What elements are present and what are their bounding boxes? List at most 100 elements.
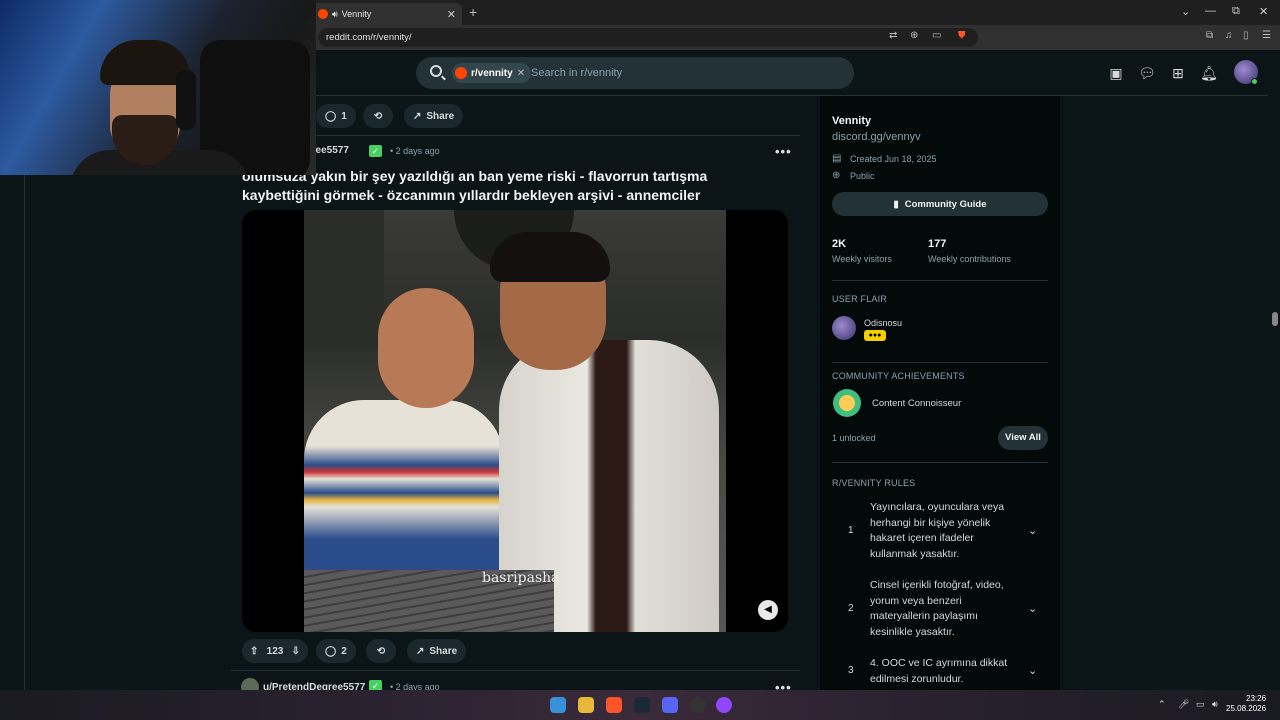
weekly-visitors-label: Weekly visitors bbox=[832, 254, 892, 264]
scrollbar-thumb[interactable] bbox=[1272, 312, 1278, 326]
rule-number: 3 bbox=[848, 665, 854, 676]
app-icon[interactable] bbox=[690, 697, 706, 713]
share-icon: ↗ bbox=[416, 645, 425, 657]
chat-icon[interactable]: 💬︎ bbox=[1138, 64, 1156, 82]
sidebar-icon[interactable]: ▯ bbox=[1243, 30, 1249, 41]
community-guide-button[interactable]: ▮ Community Guide bbox=[832, 192, 1048, 216]
user-flair-name: Odisnosu bbox=[864, 318, 903, 328]
community-icon bbox=[455, 67, 467, 79]
extensions-icon[interactable]: ⧉ bbox=[1206, 30, 1213, 41]
taskbar bbox=[0, 690, 1280, 720]
install-app-icon[interactable]: ▭ bbox=[932, 30, 941, 41]
create-post-icon[interactable]: ⊞ bbox=[1169, 64, 1187, 82]
search-input[interactable] bbox=[531, 64, 831, 82]
mute-button[interactable]: ◀︎ bbox=[758, 600, 778, 620]
tray-chevron-icon[interactable]: ⌃ bbox=[1158, 699, 1166, 710]
chevron-down-icon[interactable]: ⌄ bbox=[1028, 524, 1037, 537]
chevron-down-icon[interactable]: ⌄ bbox=[1028, 664, 1037, 677]
webcam-overlay bbox=[0, 0, 316, 175]
twitch-icon[interactable] bbox=[716, 697, 732, 713]
browser-tab[interactable]: 🔊︎ Vennity ✕ bbox=[310, 3, 462, 25]
book-icon: ▮ bbox=[893, 198, 899, 210]
community-guide-label: Community Guide bbox=[904, 198, 987, 210]
community-sidebar: Vennity discord.gg/vennyv ▤ Created Jun … bbox=[820, 96, 1060, 690]
globe-icon: ⊕ bbox=[832, 170, 841, 181]
search-bar[interactable]: r/vennity ✕ bbox=[416, 57, 854, 89]
volume-icon[interactable]: 🔊︎ bbox=[1212, 699, 1218, 710]
file-explorer-icon[interactable] bbox=[578, 697, 594, 713]
brave-icon[interactable] bbox=[606, 697, 622, 713]
online-status-dot bbox=[1251, 78, 1258, 85]
video-frame: basripasha bbox=[304, 210, 726, 632]
post-time: • 2 days ago bbox=[390, 146, 440, 156]
achievement-name: Content Connoisseur bbox=[872, 398, 962, 409]
brave-shield-icon[interactable]: ⛊ bbox=[958, 30, 966, 41]
rule-text[interactable]: Cinsel içerikli fotoğraf, video, yorum v… bbox=[870, 578, 1018, 640]
clock-time: 23:26 bbox=[1246, 694, 1267, 703]
community-chip[interactable]: r/vennity ✕ bbox=[452, 63, 532, 83]
community-link[interactable]: discord.gg/vennyv bbox=[832, 131, 921, 143]
left-nav-divider bbox=[24, 96, 25, 690]
chip-remove-icon[interactable]: ✕ bbox=[517, 68, 525, 79]
post-more-button[interactable]: ••• bbox=[775, 144, 792, 159]
calendar-icon: ▤ bbox=[832, 153, 842, 164]
translate-icon[interactable]: ⇄ bbox=[889, 30, 897, 41]
upvote-icon[interactable]: ⇧ bbox=[250, 646, 258, 657]
tab-title: Vennity bbox=[341, 9, 372, 19]
achievement-badge-icon bbox=[833, 389, 861, 417]
comment-icon: ◯ bbox=[325, 645, 337, 657]
view-all-button[interactable]: View All bbox=[998, 426, 1048, 450]
ads-icon[interactable]: ▣ bbox=[1107, 64, 1125, 82]
vote-bar: ⇧ 123 ⇩ bbox=[242, 639, 308, 663]
vote-count: 123 bbox=[266, 645, 284, 657]
person-left-head bbox=[378, 288, 474, 408]
notifications-icon[interactable]: 🔔︎ bbox=[1200, 64, 1218, 82]
media-icon[interactable]: ♫ bbox=[1225, 30, 1233, 41]
user-flair-avatar bbox=[832, 316, 856, 340]
prev-share-button[interactable]: ↗ Share bbox=[404, 104, 464, 128]
post-title[interactable]: olumsuza yakın bir şey yazıldığı an ban … bbox=[242, 167, 772, 205]
achievements-heading: COMMUNITY ACHIEVEMENTS bbox=[832, 371, 965, 381]
taskbar-clock[interactable]: 23:26 25.08.2026 bbox=[1226, 694, 1266, 714]
share-button[interactable]: ↗ Share bbox=[407, 639, 467, 663]
comment-icon: ◯ bbox=[325, 110, 337, 122]
discord-icon[interactable] bbox=[662, 697, 678, 713]
weekly-contributions-value: 177 bbox=[928, 238, 947, 250]
repost-icon: ⟲ bbox=[376, 645, 386, 657]
zoom-icon[interactable]: ⊕ bbox=[910, 30, 918, 41]
maximize-button[interactable]: ⧉ bbox=[1232, 5, 1240, 18]
chevron-down-icon[interactable]: ⌄ bbox=[1028, 602, 1037, 615]
new-tab-button[interactable]: + bbox=[469, 4, 477, 20]
steam-icon[interactable] bbox=[634, 697, 650, 713]
edge-icon[interactable] bbox=[550, 697, 566, 713]
network-icon[interactable]: ▭ bbox=[1196, 699, 1205, 710]
verified-flair-icon: ✓ bbox=[369, 145, 382, 157]
minimize-button[interactable]: — bbox=[1205, 5, 1216, 17]
url-field[interactable]: reddit.com/r/vennity/ bbox=[318, 28, 978, 47]
video-watermark: basripasha bbox=[482, 570, 560, 586]
share-label: Share bbox=[429, 645, 458, 657]
scrollbar[interactable] bbox=[1268, 50, 1280, 690]
search-icon bbox=[430, 65, 442, 77]
headset bbox=[176, 70, 196, 130]
tab-search-chevron-icon[interactable]: ⌄ bbox=[1181, 5, 1190, 18]
prev-comments-button[interactable]: ◯ 1 bbox=[316, 104, 356, 128]
close-window-button[interactable]: ✕ bbox=[1259, 5, 1268, 18]
tab-close-icon[interactable]: ✕ bbox=[447, 8, 456, 21]
downvote-icon[interactable]: ⇩ bbox=[292, 646, 300, 657]
microphone-icon[interactable]: 🎤︎ bbox=[1178, 699, 1189, 710]
community-name: Vennity bbox=[832, 115, 872, 127]
prev-award-button[interactable]: ⟲ bbox=[363, 104, 393, 128]
award-button[interactable]: ⟲ bbox=[366, 639, 396, 663]
comments-count: 2 bbox=[341, 645, 347, 657]
rule-number: 1 bbox=[848, 525, 854, 536]
achievements-unlocked: 1 unlocked bbox=[832, 433, 876, 443]
sidebar-divider bbox=[832, 362, 1048, 363]
user-flair-badge: ●●● bbox=[864, 330, 886, 341]
comments-button[interactable]: ◯ 2 bbox=[316, 639, 356, 663]
rule-text[interactable]: Yayıncılara, oyunculara veya herhangi bi… bbox=[870, 500, 1018, 562]
post-video[interactable]: basripasha ◀︎ bbox=[242, 210, 788, 632]
speaker-icon[interactable]: 🔊︎ bbox=[332, 9, 338, 20]
menu-icon[interactable]: ☰ bbox=[1262, 30, 1271, 41]
rule-text[interactable]: 4. OOC ve IC ayrımına dikkat edilmesi zo… bbox=[870, 656, 1018, 687]
